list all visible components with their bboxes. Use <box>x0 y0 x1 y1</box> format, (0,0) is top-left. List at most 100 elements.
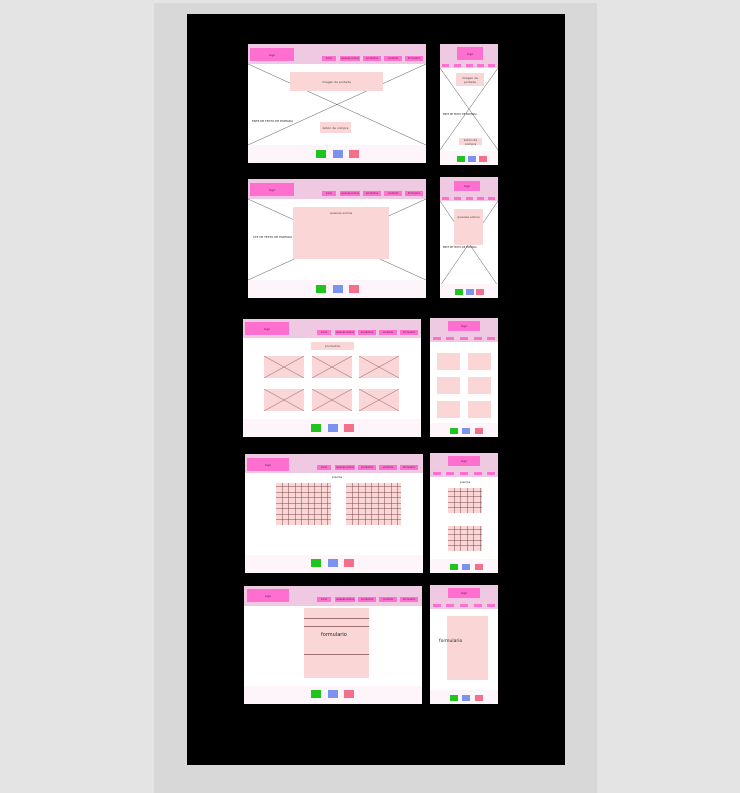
nav-item[interactable]: formulario <box>405 56 423 61</box>
footer-social-icon[interactable] <box>450 695 458 701</box>
nav-item[interactable]: contacto <box>379 330 397 335</box>
nav-item[interactable] <box>433 604 441 607</box>
nav-item[interactable] <box>460 472 468 475</box>
footer-social-icon[interactable] <box>457 156 465 162</box>
product-card[interactable] <box>312 356 352 378</box>
nav-item[interactable] <box>442 197 449 200</box>
nav-item[interactable]: formulario <box>400 465 418 470</box>
footer-social-icon[interactable] <box>479 156 487 162</box>
footer-social-icon[interactable] <box>344 690 354 698</box>
nav-item[interactable] <box>454 64 461 67</box>
footer-social-icon[interactable] <box>349 150 359 158</box>
footer-social-icon[interactable] <box>450 564 458 570</box>
product-card[interactable] <box>468 377 491 394</box>
nav-item[interactable] <box>454 197 461 200</box>
footer-social-icon[interactable] <box>333 150 343 158</box>
footer-social-icon[interactable] <box>316 150 326 158</box>
footer-social-icon[interactable] <box>311 424 321 432</box>
footer-social-icon[interactable] <box>333 285 343 293</box>
product-card[interactable] <box>359 389 399 411</box>
nav-item[interactable] <box>487 337 495 340</box>
footer-social-icon[interactable] <box>328 559 338 567</box>
footer-social-icon[interactable] <box>468 156 476 162</box>
footer-social-icon[interactable] <box>328 690 338 698</box>
footer-social-icon[interactable] <box>344 559 354 567</box>
nav-item[interactable]: quienes somos <box>335 330 355 335</box>
nav-item[interactable]: productos <box>358 465 376 470</box>
nav-item[interactable] <box>460 604 468 607</box>
nav-item[interactable]: inicio <box>317 597 331 602</box>
nav-item[interactable]: formulario <box>400 330 418 335</box>
footer-social-icon[interactable] <box>349 285 359 293</box>
frame-home-mobile[interactable]: logo imagen de portada ENTE DE TEXTO DE … <box>440 44 498 165</box>
frame-products-mobile[interactable]: logo <box>430 318 498 437</box>
nav-item[interactable]: contacto <box>379 597 397 602</box>
nav-item[interactable]: contacto <box>379 465 397 470</box>
frame-prices-desktop[interactable]: logo inicio quienes somos productos cont… <box>245 454 423 573</box>
frame-about-desktop[interactable]: logo inicio quienes somos productos cont… <box>248 179 426 298</box>
product-card[interactable] <box>437 353 460 370</box>
nav-item[interactable] <box>474 604 482 607</box>
contact-form[interactable]: formulario <box>439 616 488 680</box>
product-card[interactable] <box>264 389 304 411</box>
footer-social-icon[interactable] <box>462 564 470 570</box>
nav-item[interactable] <box>433 337 441 340</box>
nav-item[interactable] <box>488 197 495 200</box>
product-card[interactable] <box>264 356 304 378</box>
product-card[interactable] <box>468 401 491 418</box>
contact-form[interactable]: formulario <box>304 608 369 678</box>
nav-item[interactable]: inicio <box>322 56 336 61</box>
product-card[interactable] <box>437 401 460 418</box>
product-card[interactable] <box>437 377 460 394</box>
nav-item[interactable] <box>433 472 441 475</box>
frame-form-mobile[interactable]: logo formulario <box>430 585 498 704</box>
nav-item[interactable]: productos <box>358 597 376 602</box>
nav-item[interactable]: quienes somos <box>335 597 355 602</box>
product-card[interactable] <box>468 353 491 370</box>
nav-item[interactable] <box>466 197 473 200</box>
nav-item[interactable] <box>477 64 484 67</box>
nav-item[interactable]: quienes somos <box>340 191 360 196</box>
nav-item[interactable] <box>446 337 454 340</box>
nav-item[interactable] <box>488 64 495 67</box>
nav-item[interactable] <box>460 337 468 340</box>
footer-social-icon[interactable] <box>475 564 483 570</box>
footer-social-icon[interactable] <box>466 289 474 295</box>
footer-social-icon[interactable] <box>344 424 354 432</box>
product-card[interactable] <box>312 389 352 411</box>
nav-item[interactable]: productos <box>363 191 381 196</box>
nav-item[interactable]: productos <box>363 56 381 61</box>
frame-form-desktop[interactable]: logo inicio quienes somos productos cont… <box>244 586 422 704</box>
nav-item[interactable]: inicio <box>317 330 331 335</box>
footer-social-icon[interactable] <box>328 424 338 432</box>
footer-social-icon[interactable] <box>475 428 483 434</box>
nav-item[interactable]: formulario <box>405 191 423 196</box>
nav-item[interactable]: quienes somos <box>335 465 355 470</box>
nav-item[interactable]: inicio <box>317 465 331 470</box>
nav-item[interactable]: inicio <box>322 191 336 196</box>
nav-item[interactable]: formulario <box>400 597 418 602</box>
footer-social-icon[interactable] <box>311 690 321 698</box>
footer-social-icon[interactable] <box>311 559 321 567</box>
frame-products-desktop[interactable]: logo inicio quienes somos productos cont… <box>243 319 421 437</box>
nav-item[interactable] <box>477 197 484 200</box>
nav-item[interactable]: contacto <box>384 191 402 196</box>
frame-about-mobile[interactable]: logo quienes somos ENTE DE TEXTO DE PORT… <box>440 177 498 298</box>
nav-item[interactable] <box>466 64 473 67</box>
frame-home-desktop[interactable]: logo inicio quienes somos productos cont… <box>248 44 426 163</box>
footer-social-icon[interactable] <box>462 428 470 434</box>
nav-item[interactable] <box>474 472 482 475</box>
nav-item[interactable] <box>446 604 454 607</box>
nav-item[interactable] <box>474 337 482 340</box>
footer-social-icon[interactable] <box>316 285 326 293</box>
footer-social-icon[interactable] <box>462 695 470 701</box>
nav-item[interactable] <box>487 472 495 475</box>
nav-item[interactable] <box>487 604 495 607</box>
footer-social-icon[interactable] <box>476 289 484 295</box>
footer-social-icon[interactable] <box>450 428 458 434</box>
nav-item[interactable] <box>446 472 454 475</box>
buy-button-block[interactable]: boton de compra <box>459 138 482 146</box>
frame-prices-mobile[interactable]: logo precios <box>430 453 498 573</box>
footer-social-icon[interactable] <box>455 289 463 295</box>
nav-item[interactable]: contacto <box>384 56 402 61</box>
